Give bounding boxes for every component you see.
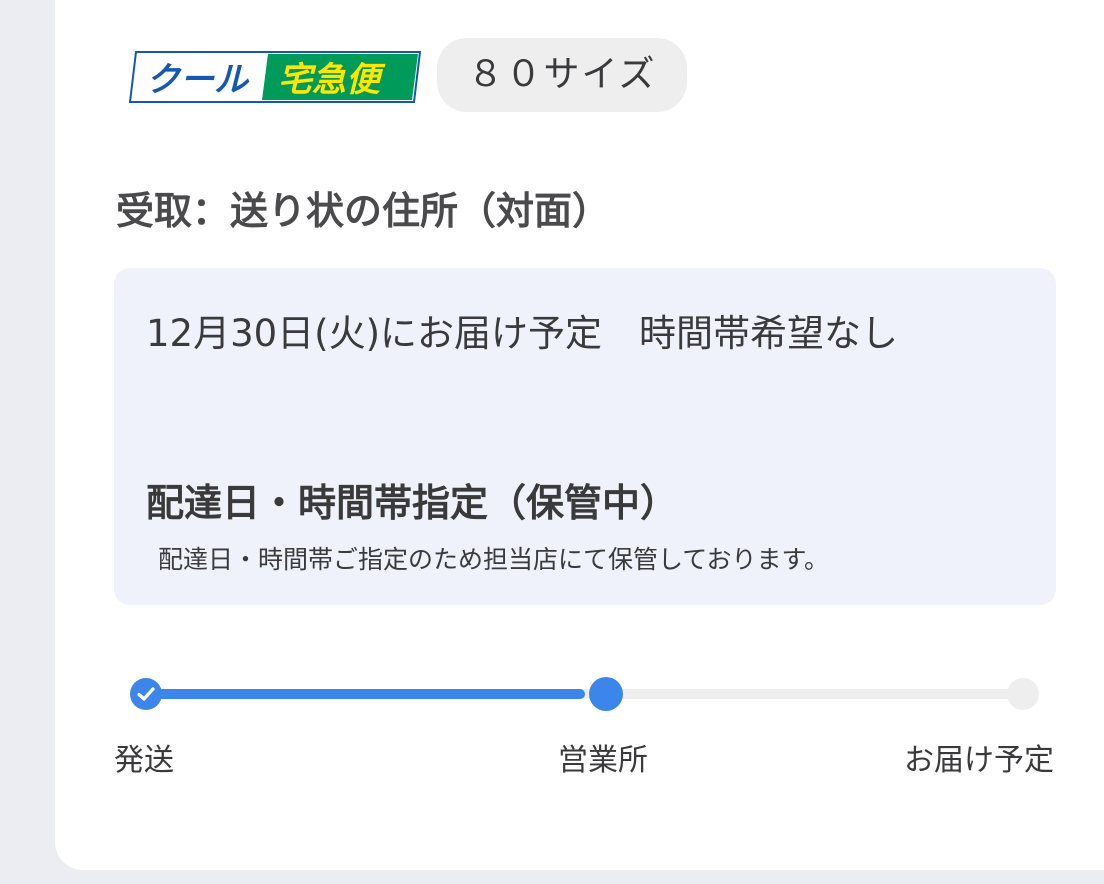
step-label-office: 営業所	[558, 743, 648, 778]
step-office-dot	[589, 677, 623, 711]
step-label-dispatched: 発送	[114, 743, 174, 778]
progress-fill	[146, 689, 585, 699]
logo-text-left: クール	[146, 60, 250, 100]
step-dispatched-dot	[130, 678, 162, 710]
delivery-schedule: 12月30日(火)にお届け予定 時間帯希望なし	[146, 312, 899, 355]
size-badge: ８０サイズ	[437, 38, 687, 112]
step-delivery-dot	[1007, 678, 1039, 710]
delivery-status-note: 配達日・時間帯ご指定のため担当店にて保管しております。	[158, 545, 830, 574]
progress-track	[146, 689, 1024, 699]
step-label-delivery: お届け予定	[904, 743, 1054, 778]
delivery-info-box: 12月30日(火)にお届け予定 時間帯希望なし 配達日・時間帯指定（保管中） 配…	[114, 268, 1056, 605]
delivery-status-title: 配達日・時間帯指定（保管中）	[146, 481, 679, 525]
receive-method: 受取：送り状の住所（対面）	[116, 189, 611, 233]
logo-text-right: 宅急便	[278, 60, 386, 100]
cool-takkyubin-logo: クール 宅急便	[128, 51, 422, 103]
check-icon	[137, 687, 155, 701]
